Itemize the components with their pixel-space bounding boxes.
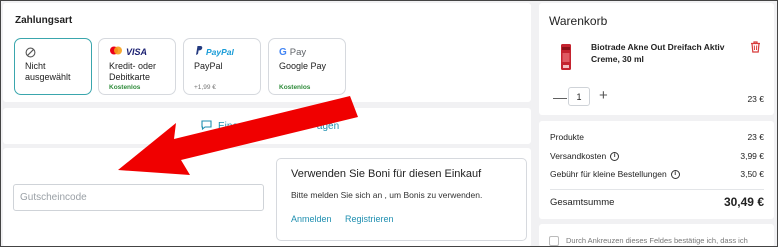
total-label: Gesamtsumme — [550, 196, 615, 208]
visa-logo: VISA — [126, 47, 148, 57]
summary-row-shipping: Versandkosten i 3,99 € — [550, 151, 764, 161]
boni-box: Verwenden Sie Boni für diesen Einkauf Bi… — [276, 158, 527, 241]
consent-text: Durch Ankreuzen dieses Feldes bestätige … — [566, 236, 748, 245]
product-name[interactable]: Biotrade Akne Out Dreifach Aktiv Creme, … — [591, 41, 741, 65]
payment-option-googlepay[interactable]: G Pay Google Pay Kostenlos — [268, 38, 346, 95]
summary-label: Produkte — [550, 132, 585, 142]
paypal-icon — [194, 45, 203, 59]
qty-decrease-button[interactable]: — — [553, 89, 567, 105]
info-icon[interactable]: i — [610, 151, 620, 161]
consent-checkbox[interactable] — [549, 236, 559, 246]
total-value: 30,49 € — [723, 195, 764, 209]
add-comment-label-tail: agen — [316, 121, 340, 132]
mastercard-icon — [109, 46, 123, 58]
voucher-code-input[interactable] — [13, 184, 264, 211]
voucher-section: Verwenden Sie Boni für diesen Einkauf Bi… — [3, 148, 531, 247]
payment-option-label: Nicht ausgewählt — [25, 61, 71, 82]
payment-option-fee: Kostenlos — [279, 84, 311, 91]
summary-value: 3,50 € — [740, 169, 764, 179]
payment-option-paypal[interactable]: PayPal PayPal +1,99 € — [183, 38, 261, 95]
cart-section: Warenkorb Biotrade Akne Out Dreifach Akt… — [539, 3, 774, 115]
payment-title: Zahlungsart — [15, 15, 73, 26]
summary-label: Versandkosten — [550, 151, 607, 161]
qty-increase-button[interactable]: + — [599, 87, 608, 104]
ban-icon — [25, 46, 36, 58]
summary-row-small-order-fee: Gebühr für kleine Bestellungen i 3,50 € — [550, 169, 764, 179]
boni-title: Verwenden Sie Boni für diesen Einkauf — [291, 168, 482, 180]
add-comment-label: Einen Kom — [218, 121, 267, 132]
add-comment-link[interactable]: Einen Kom agen — [201, 120, 339, 133]
cart-item-price: 23 € — [747, 94, 764, 104]
payment-option-label: Google Pay — [279, 61, 327, 71]
google-icon: G — [279, 46, 287, 58]
comment-icon — [201, 120, 212, 133]
trash-icon[interactable] — [750, 41, 761, 56]
summary-divider — [550, 189, 764, 190]
summary-row-total: Gesamtsumme 30,49 € — [550, 195, 764, 209]
consent-section: Durch Ankreuzen dieses Feldes bestätige … — [539, 224, 774, 247]
summary-row-products: Produkte 23 € — [550, 132, 764, 142]
payment-option-fee: +1,99 € — [194, 84, 216, 91]
boni-text: Bitte melden Sie sich an , um Bonis zu v… — [291, 190, 483, 200]
product-image[interactable] — [551, 43, 581, 71]
summary-value: 23 € — [747, 132, 764, 142]
payment-section: Zahlungsart Nicht ausgewählt VISA Kredit… — [3, 3, 531, 102]
payment-option-fee: Kostenlos — [109, 84, 141, 91]
payment-option-card[interactable]: VISA Kredit- oder Debitkarte Kostenlos — [98, 38, 176, 95]
google-pay-logo: Pay — [289, 46, 307, 58]
comment-section: Einen Kom agen — [3, 108, 531, 144]
order-summary: Produkte 23 € Versandkosten i 3,99 € Geb… — [539, 121, 774, 219]
info-icon[interactable]: i — [670, 169, 680, 179]
cart-title: Warenkorb — [549, 14, 608, 28]
quantity-input[interactable] — [568, 87, 590, 106]
paypal-logo: PayPal — [206, 47, 234, 57]
summary-label: Gebühr für kleine Bestellungen — [550, 169, 667, 179]
payment-option-label: PayPal — [194, 61, 223, 71]
payment-option-label: Kredit- oder Debitkarte — [109, 61, 157, 82]
login-link[interactable]: Anmelden — [291, 214, 332, 224]
payment-option-none[interactable]: Nicht ausgewählt — [14, 38, 92, 95]
register-link[interactable]: Registrieren — [345, 214, 394, 224]
summary-value: 3,99 € — [740, 151, 764, 161]
